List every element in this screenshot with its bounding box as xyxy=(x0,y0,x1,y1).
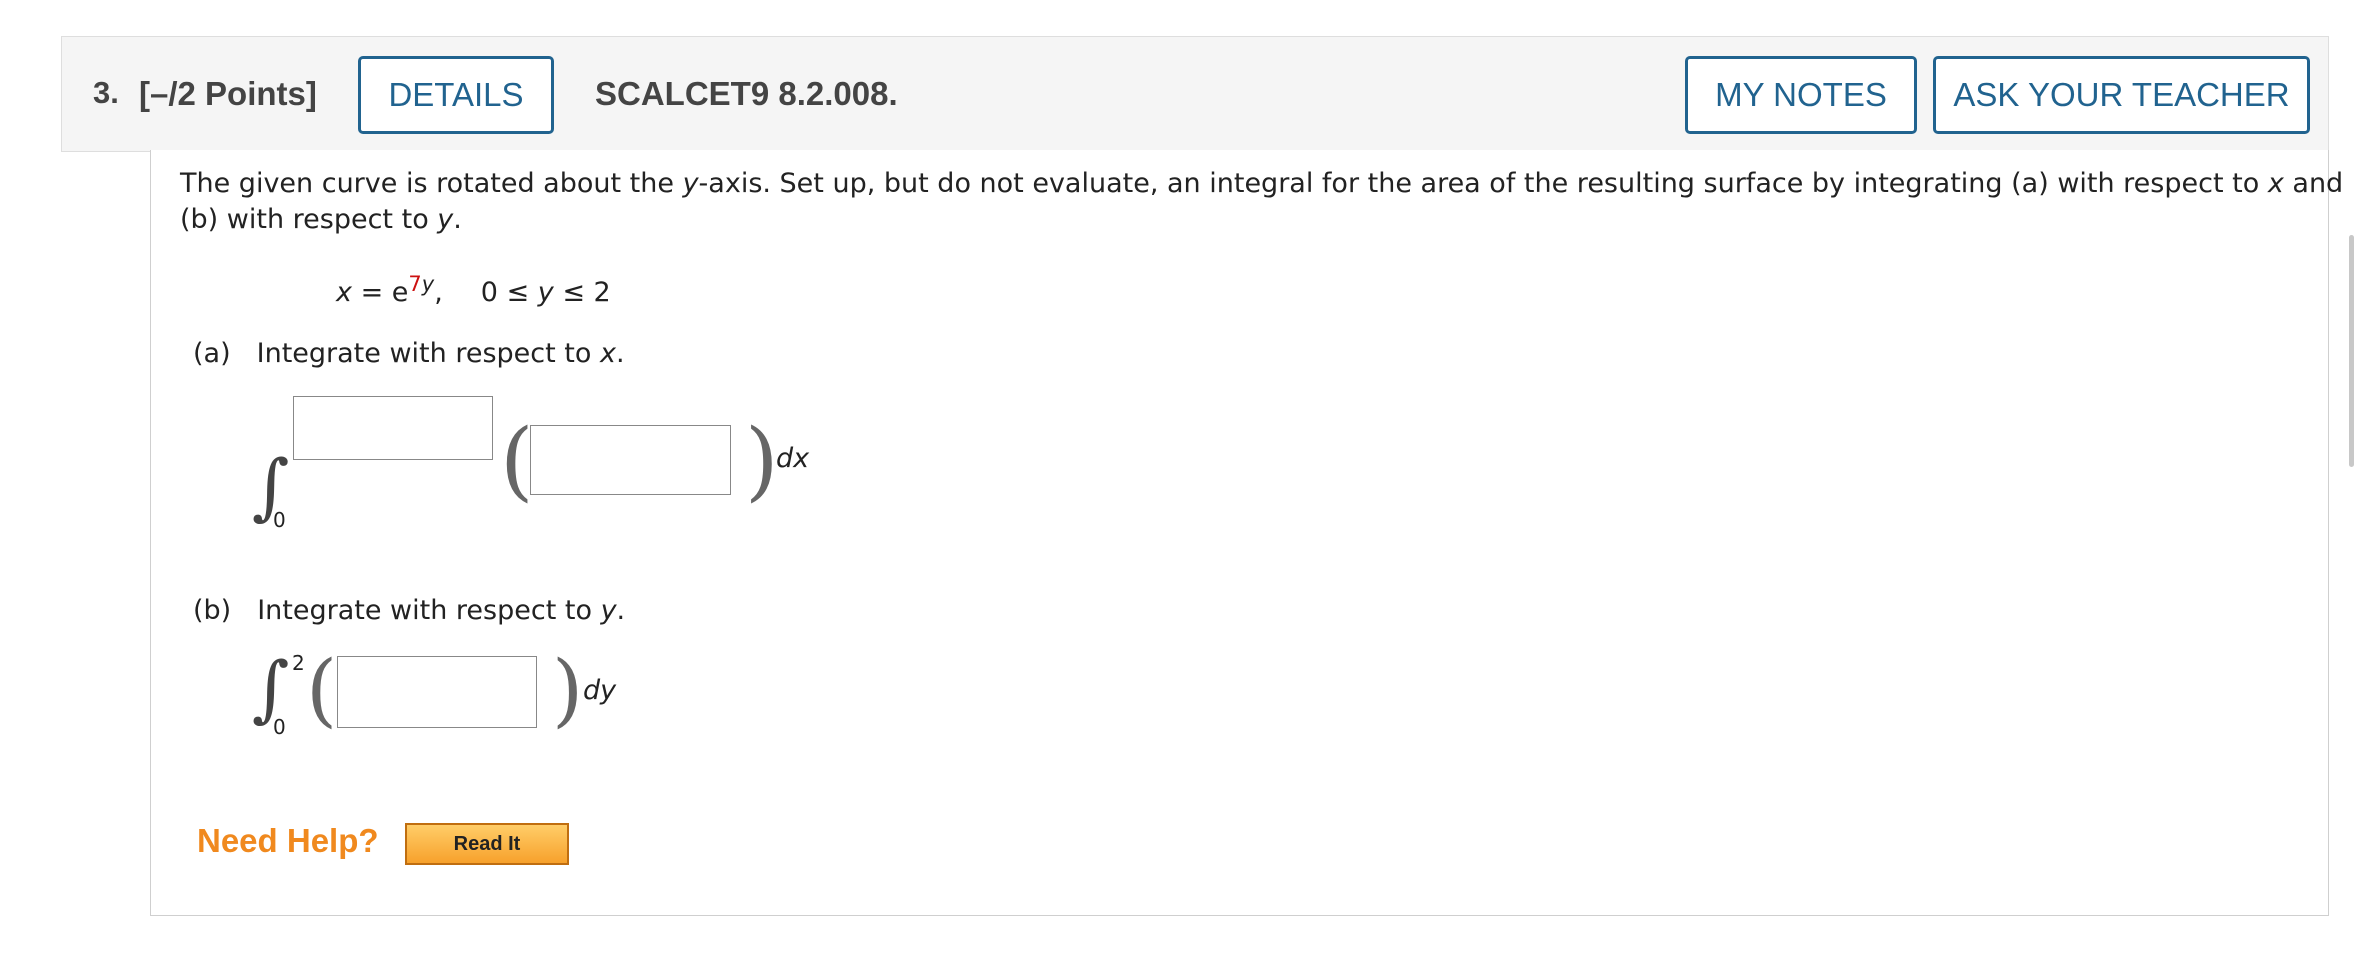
part-a-prompt: (a) Integrate with respect to x. xyxy=(193,338,625,369)
question-body xyxy=(150,150,2329,916)
problem-statement-line2: (b) with respect to y. xyxy=(180,204,462,235)
part-b-lower-limit: 0 xyxy=(273,715,286,739)
my-notes-button[interactable]: MY NOTES xyxy=(1685,56,1917,134)
ask-teacher-button[interactable]: ASK YOUR TEACHER xyxy=(1933,56,2310,134)
right-paren-icon: ) xyxy=(745,411,779,511)
problem-statement-line1: The given curve is rotated about the y-a… xyxy=(180,168,2344,199)
part-a-lower-limit: 0 xyxy=(273,508,286,532)
integral-sign-icon: ∫ xyxy=(252,646,290,730)
left-paren-icon: ( xyxy=(306,643,338,736)
part-a-integrand-input[interactable] xyxy=(530,425,731,495)
part-b-prompt: (b) Integrate with respect to y. xyxy=(193,595,626,626)
part-b-differential: dy xyxy=(583,675,617,706)
question-number: 3. xyxy=(93,75,119,110)
question-points: [–/2 Points] xyxy=(139,75,317,112)
details-button[interactable]: DETAILS xyxy=(358,56,554,134)
part-a-upper-limit-input[interactable] xyxy=(293,396,493,460)
part-b-integrand-input[interactable] xyxy=(337,656,537,728)
right-paren-icon: ) xyxy=(552,643,584,736)
read-it-button[interactable]: Read It xyxy=(405,823,569,865)
part-b-upper-limit: 2 xyxy=(292,651,305,675)
curve-equation: x = e7y, 0 ≤ y ≤ 2 xyxy=(336,272,611,308)
question-header: 3. [–/2 Points] DETAILS SCALCET9 8.2.008… xyxy=(61,36,2329,152)
scrollbar[interactable] xyxy=(2349,235,2354,467)
need-help-label: Need Help? xyxy=(197,822,379,859)
left-paren-icon: ( xyxy=(500,411,534,511)
question-code: SCALCET9 8.2.008. xyxy=(595,75,898,112)
part-a-differential: dx xyxy=(776,443,810,474)
